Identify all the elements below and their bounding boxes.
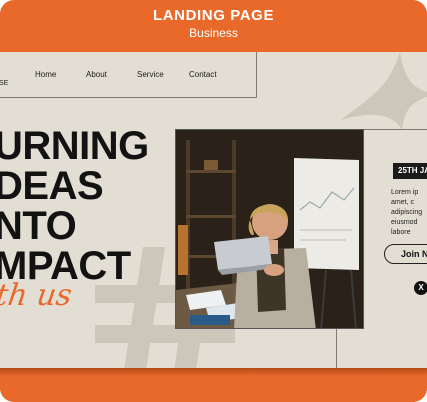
hero-photo xyxy=(175,129,364,329)
event-description: Lorem ip amet, c adipiscing eiusmod labo… xyxy=(391,188,427,238)
script-tagline: th us xyxy=(0,278,75,313)
nav-link-contact[interactable]: Contact xyxy=(189,70,217,79)
nav-link-service[interactable]: Service xyxy=(137,70,164,79)
bottom-vertical-divider xyxy=(336,329,337,368)
nav-link-about[interactable]: About xyxy=(86,70,107,79)
landing-page-frame: LANDING PAGE Business SE Home About Serv… xyxy=(0,0,427,402)
bottom-band-shade xyxy=(0,368,427,376)
right-column-top-divider xyxy=(364,129,427,130)
join-now-button[interactable]: Join N xyxy=(384,244,427,264)
event-date-badge: 25TH JA xyxy=(393,163,427,179)
event-description-line: Lorem ip xyxy=(391,189,419,196)
headline-line-1: URNING xyxy=(0,124,149,168)
headline-line-2: DEAS xyxy=(0,164,104,208)
navbar: SE Home About Service Contact xyxy=(0,52,257,98)
nav-link-home[interactable]: Home xyxy=(35,70,56,79)
banner-title: LANDING PAGE xyxy=(152,7,275,24)
four-point-star-icon xyxy=(340,52,427,130)
landing-canvas: SE Home About Service Contact URNING DEA… xyxy=(0,52,427,368)
banner-subtitle: Business xyxy=(189,26,238,40)
x-social-icon[interactable]: X xyxy=(414,281,427,295)
bottom-band xyxy=(0,368,427,402)
event-description-line: eiusmod xyxy=(391,219,418,226)
event-description-line: labore xyxy=(391,229,411,236)
event-description-line: adipiscing xyxy=(391,209,423,216)
headline-line-3: NTO xyxy=(0,204,77,248)
event-description-line: amet, c xyxy=(391,199,414,206)
brand-logo[interactable]: SE xyxy=(0,80,8,87)
